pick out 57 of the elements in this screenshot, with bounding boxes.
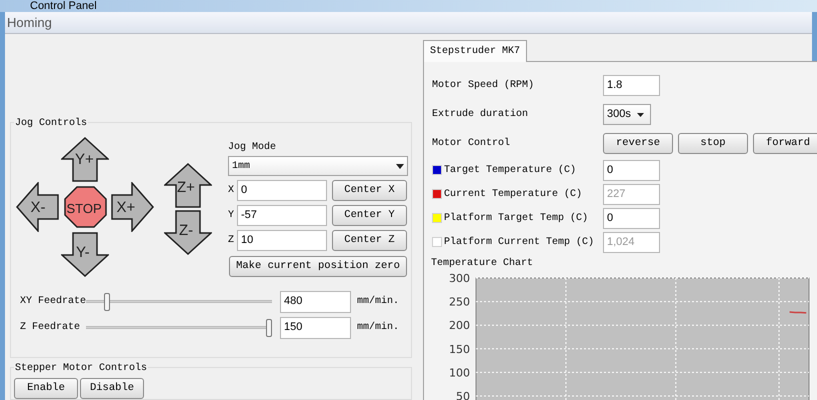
feedrate-slider[interactable] [86, 292, 272, 310]
row-label: Motor Speed (RPM) [432, 78, 534, 93]
feedrate-field[interactable]: 150 [280, 316, 351, 338]
y-tick-label: 200 [449, 319, 470, 332]
feedrate-slider[interactable] [86, 318, 272, 336]
zero-position-button[interactable]: Make current position zero [229, 256, 407, 277]
row-label: Motor Control [432, 136, 510, 151]
caret-icon [396, 164, 404, 168]
feedrate-label: Z Feedrate [19, 320, 82, 335]
jog-down-button[interactable]: Z- [164, 210, 212, 255]
caret-icon [636, 112, 644, 116]
jog-up-button[interactable]: Y+ [61, 137, 109, 182]
stop-button[interactable]: STOP [64, 186, 106, 228]
y-tick-label: 300 [449, 272, 470, 285]
extruder-tab[interactable]: Stepstruder MK7 [423, 40, 528, 62]
axis-label: Y [228, 209, 236, 223]
row-label: Platform Target Temp (C) [444, 212, 588, 226]
row-label: Target Temperature (C) [444, 164, 576, 178]
unit-label: mm/min. [357, 320, 400, 335]
motor-button[interactable]: stop [678, 133, 748, 154]
window-title: Control Panel [30, 1, 97, 12]
row-label: Extrude duration [432, 108, 528, 122]
position-field[interactable]: 10 [237, 230, 327, 251]
center-button[interactable]: Center Y [332, 205, 407, 226]
row-label: Platform Current Temp (C) [444, 236, 594, 250]
feedrate-label: XY Feedrate [19, 294, 86, 309]
axis-label: Z [228, 234, 236, 248]
feedrate-field[interactable]: 480 [280, 290, 351, 312]
y-tick-label: 50 [456, 390, 470, 400]
y-tick-label: 250 [449, 296, 470, 309]
temperature-field[interactable]: 0 [603, 208, 660, 228]
stepper-button[interactable]: Disable [80, 378, 144, 399]
slider-thumb[interactable] [104, 292, 110, 310]
slider-thumb[interactable] [266, 318, 272, 336]
y-tick-label: 150 [449, 342, 470, 356]
jog-mode-dropdown[interactable]: 1mm [228, 156, 408, 176]
y-tick-label: 100 [449, 366, 470, 380]
temperature-field[interactable]: 0 [603, 160, 660, 180]
speed-field[interactable]: 1.8 [603, 75, 660, 96]
unit-label: mm/min. [357, 294, 400, 309]
center-button[interactable]: Center X [332, 180, 407, 201]
stepper-button[interactable]: Enable [14, 378, 78, 399]
jog-left-button[interactable]: X- [16, 182, 60, 232]
center-button[interactable]: Center Z [332, 230, 407, 251]
motor-button[interactable]: forward [753, 133, 817, 154]
position-field[interactable]: 0 [237, 180, 327, 201]
duration-dropdown[interactable]: 300s [603, 104, 651, 125]
jog-mode-label: Jog Mode [228, 140, 278, 154]
jog-up-button[interactable]: Z+ [164, 163, 212, 208]
jog-right-button[interactable]: X+ [110, 182, 154, 232]
menu-item[interactable]: Homing [5, 12, 54, 32]
motor-button[interactable]: reverse [603, 133, 673, 154]
chart-title: Temperature Chart [431, 256, 534, 271]
axis-label: X [228, 184, 236, 198]
row-label: Current Temperature (C) [444, 188, 582, 202]
position-field[interactable]: -57 [237, 205, 327, 226]
jog-down-button[interactable]: Y- [61, 232, 109, 277]
